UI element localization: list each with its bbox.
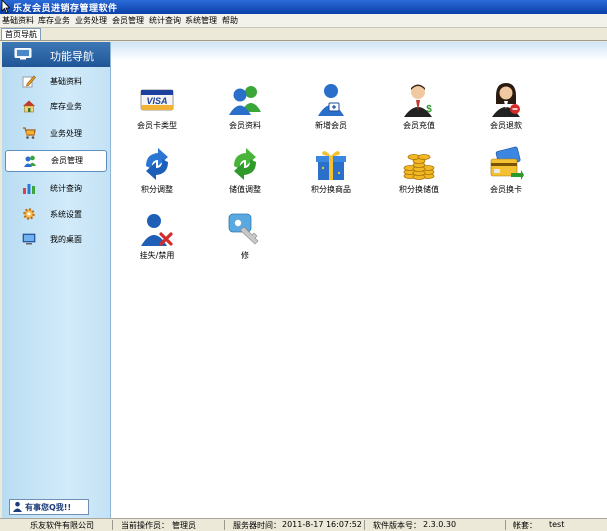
monitor-icon: [14, 48, 32, 60]
tile-label: 会员换卡: [490, 185, 522, 194]
tile-label: 积分换储值: [399, 185, 439, 194]
sidebar-header-title: 功能导航: [50, 50, 94, 63]
mouse-cursor-icon: [1, 0, 11, 14]
sidebar-item-inventory[interactable]: 库存业务: [2, 96, 110, 116]
sidebar-item-basic-data[interactable]: 基础资料: [2, 71, 110, 91]
tile-label: 会员卡类型: [137, 121, 177, 130]
menu-business[interactable]: 业务处理: [75, 15, 107, 26]
sidebar-item-business[interactable]: 业务处理: [2, 123, 110, 143]
menu-inventory[interactable]: 库存业务: [38, 15, 70, 26]
version-value: 2.3.0.30: [423, 520, 457, 529]
shopping-cart-icon: [23, 127, 36, 139]
sidebar-item-label: 基础资料: [50, 77, 82, 86]
tile-points-for-goods[interactable]: 积分换商品: [299, 146, 359, 204]
two-users-icon: [229, 86, 261, 115]
businessman-icon: $: [404, 84, 432, 117]
title-bar: 乐友会员进销存管理软件: [0, 0, 607, 14]
main-panel: VISA 会员卡类型 会员资料 新增会员 $ 会员充值 会员退款 积分调整 储值…: [111, 42, 607, 518]
qq-help-label: 有事您Q我!!: [25, 503, 72, 512]
status-divider: [112, 520, 113, 530]
tile-label: 会员资料: [229, 121, 261, 130]
blue-refresh-icon: [146, 148, 168, 180]
tab-home-navigation[interactable]: 首页导航: [1, 28, 41, 40]
bar-chart-icon: [23, 184, 35, 194]
menu-system[interactable]: 系统管理: [185, 15, 217, 26]
tile-report-loss-disable[interactable]: 挂失/禁用: [125, 212, 185, 270]
tile-member-recharge[interactable]: $ 会员充值: [387, 82, 447, 140]
sidebar-header: 功能导航: [2, 42, 110, 67]
sidebar-item-system[interactable]: 系统设置: [2, 204, 110, 224]
add-member-icon: [318, 84, 344, 116]
status-divider: [505, 520, 506, 530]
sidebar-item-statistics[interactable]: 统计查询: [2, 178, 110, 198]
tile-label: 积分换商品: [311, 185, 351, 194]
account-value: test: [549, 520, 565, 529]
tile-label: 会员充值: [403, 121, 435, 130]
sidebar-item-label: 系统设置: [50, 210, 82, 219]
tile-label: 储值调整: [229, 185, 261, 194]
businesswoman-icon: [492, 83, 520, 117]
company-name: 乐友软件有限公司: [30, 521, 94, 530]
tile-points-for-value[interactable]: 积分换储值: [387, 146, 447, 204]
card-swap-icon: [490, 146, 524, 180]
tile-stored-value-adjust[interactable]: 储值调整: [213, 146, 273, 204]
chat-user-icon: [13, 501, 22, 512]
operator-value: 管理员: [172, 521, 196, 530]
sidebar-item-label: 统计查询: [50, 184, 82, 193]
version-label: 软件版本号：: [373, 521, 421, 530]
server-time-label: 服务器时间：: [233, 521, 281, 530]
svg-text:VISA: VISA: [146, 96, 167, 106]
users-icon: [24, 155, 36, 167]
house-icon: [23, 100, 35, 113]
account-label: 帐套：: [513, 521, 537, 530]
sidebar-item-label: 我的桌面: [50, 235, 82, 244]
gold-coins-icon: [403, 154, 435, 180]
visa-card-icon: VISA: [140, 89, 174, 111]
gift-box-icon: [316, 151, 346, 180]
status-bar: 乐友软件有限公司 当前操作员： 管理员 服务器时间： 2011-8-17 16:…: [0, 518, 607, 531]
qq-help-button[interactable]: 有事您Q我!!: [9, 499, 89, 515]
tile-add-member[interactable]: 新增会员: [299, 82, 359, 140]
menu-basic-data[interactable]: 基础资料: [2, 15, 34, 26]
server-time-value: 2011-8-17 16:07:52: [282, 520, 362, 529]
sidebar-item-member[interactable]: 会员管理: [5, 150, 107, 172]
sidebar-item-label: 库存业务: [50, 102, 82, 111]
tile-label: 修: [241, 251, 249, 260]
tile-label: 挂失/禁用: [139, 251, 175, 260]
tile-label: 新增会员: [315, 121, 347, 130]
operator-label: 当前操作员：: [121, 521, 169, 530]
status-divider: [364, 520, 365, 530]
monitor-icon: [22, 233, 36, 245]
svg-text:$: $: [426, 104, 432, 115]
tile-points-adjust[interactable]: 积分调整: [125, 146, 185, 204]
key-icon: [228, 213, 259, 245]
menu-help[interactable]: 帮助: [222, 15, 238, 26]
user-blocked-icon: [141, 214, 173, 246]
sidebar-item-label: 会员管理: [51, 156, 83, 165]
sidebar-item-desktop[interactable]: 我的桌面: [2, 229, 110, 249]
status-divider: [224, 520, 225, 530]
menu-bar: 基础资料 库存业务 业务处理 会员管理 统计查询 系统管理 帮助: [0, 14, 607, 28]
tile-card-type[interactable]: VISA 会员卡类型: [125, 82, 185, 140]
window-title: 乐友会员进销存管理软件: [13, 4, 118, 14]
tile-label: 积分调整: [141, 185, 173, 194]
tile-card-replacement[interactable]: 会员换卡: [474, 146, 534, 204]
tile-member-refund[interactable]: 会员退款: [474, 82, 534, 140]
tab-strip: 首页导航: [0, 28, 607, 41]
menu-member[interactable]: 会员管理: [112, 15, 144, 26]
pencil-note-icon: [22, 75, 36, 88]
tile-label: 会员退款: [490, 121, 522, 130]
tile-member-profile[interactable]: 会员资料: [213, 82, 273, 140]
menu-statistics[interactable]: 统计查询: [149, 15, 181, 26]
sidebar: 功能导航 基础资料 库存业务 业务处理 会员管理 统计查询 系统设置 我的桌面 …: [2, 42, 111, 518]
gear-icon: [23, 208, 35, 220]
green-refresh-icon: [234, 148, 256, 180]
sidebar-item-label: 业务处理: [50, 129, 82, 138]
tile-modify-password[interactable]: 修: [213, 212, 273, 270]
